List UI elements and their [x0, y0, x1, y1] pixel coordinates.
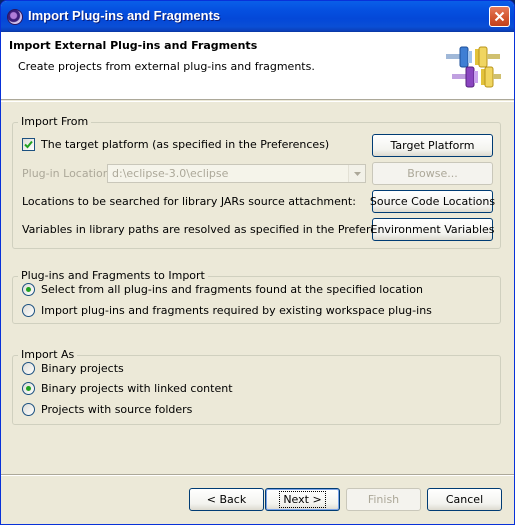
- browse-button[interactable]: Browse...: [372, 162, 493, 185]
- import-as-label: Import As: [18, 348, 78, 361]
- import-required-radio-label[interactable]: Import plug-ins and fragments required b…: [41, 304, 432, 317]
- browse-button-label: Browse...: [407, 167, 458, 180]
- wizard-banner: Import External Plug-ins and Fragments C…: [1, 32, 514, 100]
- target-platform-checkbox-label[interactable]: The target platform (as specified in the…: [41, 138, 329, 151]
- import-required-radio[interactable]: [22, 304, 35, 317]
- banner-title: Import External Plug-ins and Fragments: [9, 39, 258, 52]
- banner-separator: [1, 101, 514, 102]
- finish-button-label: Finish: [367, 493, 400, 506]
- close-icon: [494, 11, 505, 22]
- source-code-locations-button-label: Source Code Locations: [369, 195, 496, 208]
- back-button-label: < Back: [206, 493, 247, 506]
- finish-button[interactable]: Finish: [346, 488, 421, 511]
- next-button-label: Next >: [279, 491, 326, 508]
- target-platform-checkbox[interactable]: [22, 138, 35, 151]
- source-folders-radio-label[interactable]: Projects with source folders: [41, 403, 192, 416]
- variables-label: Variables in library paths are resolved …: [22, 223, 407, 236]
- back-button[interactable]: < Back: [189, 488, 264, 511]
- eclipse-icon: [7, 9, 23, 25]
- window-title: Import Plug-ins and Fragments: [28, 8, 221, 23]
- plugin-location-combo[interactable]: d:\eclipse-3.0\eclipse: [107, 164, 366, 183]
- cancel-button-label: Cancel: [445, 493, 484, 506]
- title-bar[interactable]: Import Plug-ins and Fragments: [1, 1, 514, 32]
- target-platform-button[interactable]: Target Platform: [372, 134, 493, 157]
- chevron-down-icon[interactable]: [348, 165, 365, 182]
- binary-linked-radio-label[interactable]: Binary projects with linked content: [41, 382, 233, 395]
- plugin-location-label: Plug-in Location:: [22, 167, 114, 180]
- next-button[interactable]: Next >: [265, 488, 340, 511]
- environment-variables-button[interactable]: Environment Variables: [370, 218, 495, 241]
- import-from-label: Import From: [18, 115, 92, 128]
- source-folders-radio[interactable]: [22, 403, 35, 416]
- close-button[interactable]: [489, 6, 510, 27]
- plugin-connector-icon: [446, 46, 501, 88]
- source-code-locations-button[interactable]: Source Code Locations: [369, 190, 496, 213]
- binary-linked-radio[interactable]: [22, 382, 35, 395]
- library-locations-label: Locations to be searched for library JAR…: [22, 195, 356, 208]
- binary-projects-radio[interactable]: [22, 362, 35, 375]
- checkmark-icon: [24, 140, 33, 149]
- select-all-radio[interactable]: [22, 283, 35, 296]
- plugin-location-value: d:\eclipse-3.0\eclipse: [112, 167, 229, 180]
- cancel-button[interactable]: Cancel: [427, 488, 502, 511]
- import-dialog-window: Import Plug-ins and Fragments Import Ext…: [0, 0, 515, 525]
- environment-variables-button-label: Environment Variables: [370, 223, 495, 236]
- select-all-radio-label[interactable]: Select from all plug-ins and fragments f…: [41, 283, 423, 296]
- banner-description: Create projects from external plug-ins a…: [18, 60, 315, 73]
- target-platform-button-label: Target Platform: [390, 139, 475, 152]
- footer-separator-highlight: [1, 475, 514, 476]
- plugins-to-import-label: Plug-ins and Fragments to Import: [18, 269, 208, 282]
- binary-projects-radio-label[interactable]: Binary projects: [41, 362, 124, 375]
